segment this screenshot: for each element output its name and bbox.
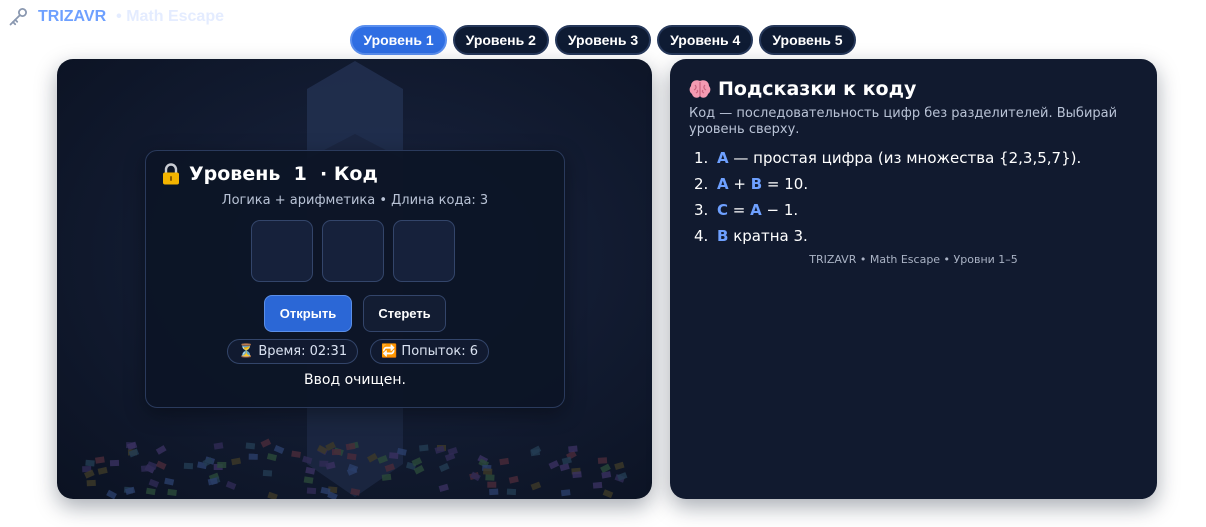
hint-variable: A xyxy=(717,175,729,193)
key-icon xyxy=(9,8,27,26)
level-tabs: Уровень 1 Уровень 2 Уровень 3 Уровень 4 … xyxy=(0,25,1206,55)
tab-level-2[interactable]: Уровень 2 xyxy=(452,25,549,55)
hint-text: = 10. xyxy=(762,175,809,193)
hints-description: Код — последовательность цифр без раздел… xyxy=(689,106,1118,137)
stats-row: ⏳ Время: 02:31 🔁 Попыток: 6 xyxy=(227,339,490,364)
brand-name: TRIZAVR xyxy=(38,8,107,25)
tab-level-5[interactable]: Уровень 5 xyxy=(759,25,856,55)
list-item: 2. A + B = 10. xyxy=(694,171,1081,197)
hint-number: 2. xyxy=(694,175,709,193)
hint-variable: A xyxy=(717,149,729,167)
status-message: Ввод очищен. xyxy=(304,372,406,388)
hint-text: кратна 3. xyxy=(728,227,808,245)
hint-text: = xyxy=(728,201,751,219)
list-item: 3. C = A − 1. xyxy=(694,197,1081,223)
hint-text: + xyxy=(728,175,751,193)
hint-variable: B xyxy=(750,175,763,193)
list-item: 4. B кратна 3. xyxy=(694,223,1081,249)
open-button[interactable]: Открыть xyxy=(264,295,352,332)
code-card: Уровень 1 · Код Логика + арифметика • Дл… xyxy=(145,150,565,408)
hint-number: 3. xyxy=(694,201,709,219)
card-buttons: Открыть Стереть xyxy=(264,295,446,332)
hint-text: — простая цифра (из множества {2,3,5,7})… xyxy=(728,149,1082,167)
tab-level-1[interactable]: Уровень 1 xyxy=(350,25,447,55)
hints-title-text: Подсказки к коду xyxy=(718,78,917,100)
hints-list: 1. A — простая цифра (из множества {2,3,… xyxy=(694,145,1081,249)
confetti-decoration xyxy=(82,438,628,499)
code-slot-1[interactable] xyxy=(251,220,313,282)
card-subtitle: Логика + арифметика • Длина кода: 3 xyxy=(221,193,489,208)
hint-variable: B xyxy=(717,227,729,245)
hint-variable: C xyxy=(717,201,729,219)
level-code-title: Уровень 1 · Код xyxy=(189,163,378,185)
timer-badge: ⏳ Время: 02:31 xyxy=(227,339,359,364)
card-title: Уровень 1 · Код xyxy=(161,163,378,185)
hint-variable: A xyxy=(750,201,762,219)
game-panel: Уровень 1 · Код Логика + арифметика • Дл… xyxy=(57,59,652,499)
hint-number: 4. xyxy=(694,227,709,245)
code-slot-2[interactable] xyxy=(322,220,384,282)
lock-icon xyxy=(163,163,179,185)
hint-number: 1. xyxy=(694,149,709,167)
code-slot-3[interactable] xyxy=(393,220,455,282)
brain-icon xyxy=(689,80,711,98)
attempts-badge: 🔁 Попыток: 6 xyxy=(370,339,490,364)
code-slots xyxy=(251,220,455,282)
brand-subtitle: • Math Escape xyxy=(116,8,224,25)
clear-button[interactable]: Стереть xyxy=(363,295,446,332)
hints-footer: TRIZAVR • Math Escape • Уровни 1–5 xyxy=(809,253,1018,266)
hint-text: − 1. xyxy=(761,201,799,219)
tab-level-4[interactable]: Уровень 4 xyxy=(657,25,754,55)
tab-level-3[interactable]: Уровень 3 xyxy=(554,25,652,55)
hints-title: Подсказки к коду xyxy=(689,78,916,100)
hints-panel: Подсказки к коду Код — последовательност… xyxy=(670,59,1157,499)
list-item: 1. A — простая цифра (из множества {2,3,… xyxy=(694,145,1081,171)
